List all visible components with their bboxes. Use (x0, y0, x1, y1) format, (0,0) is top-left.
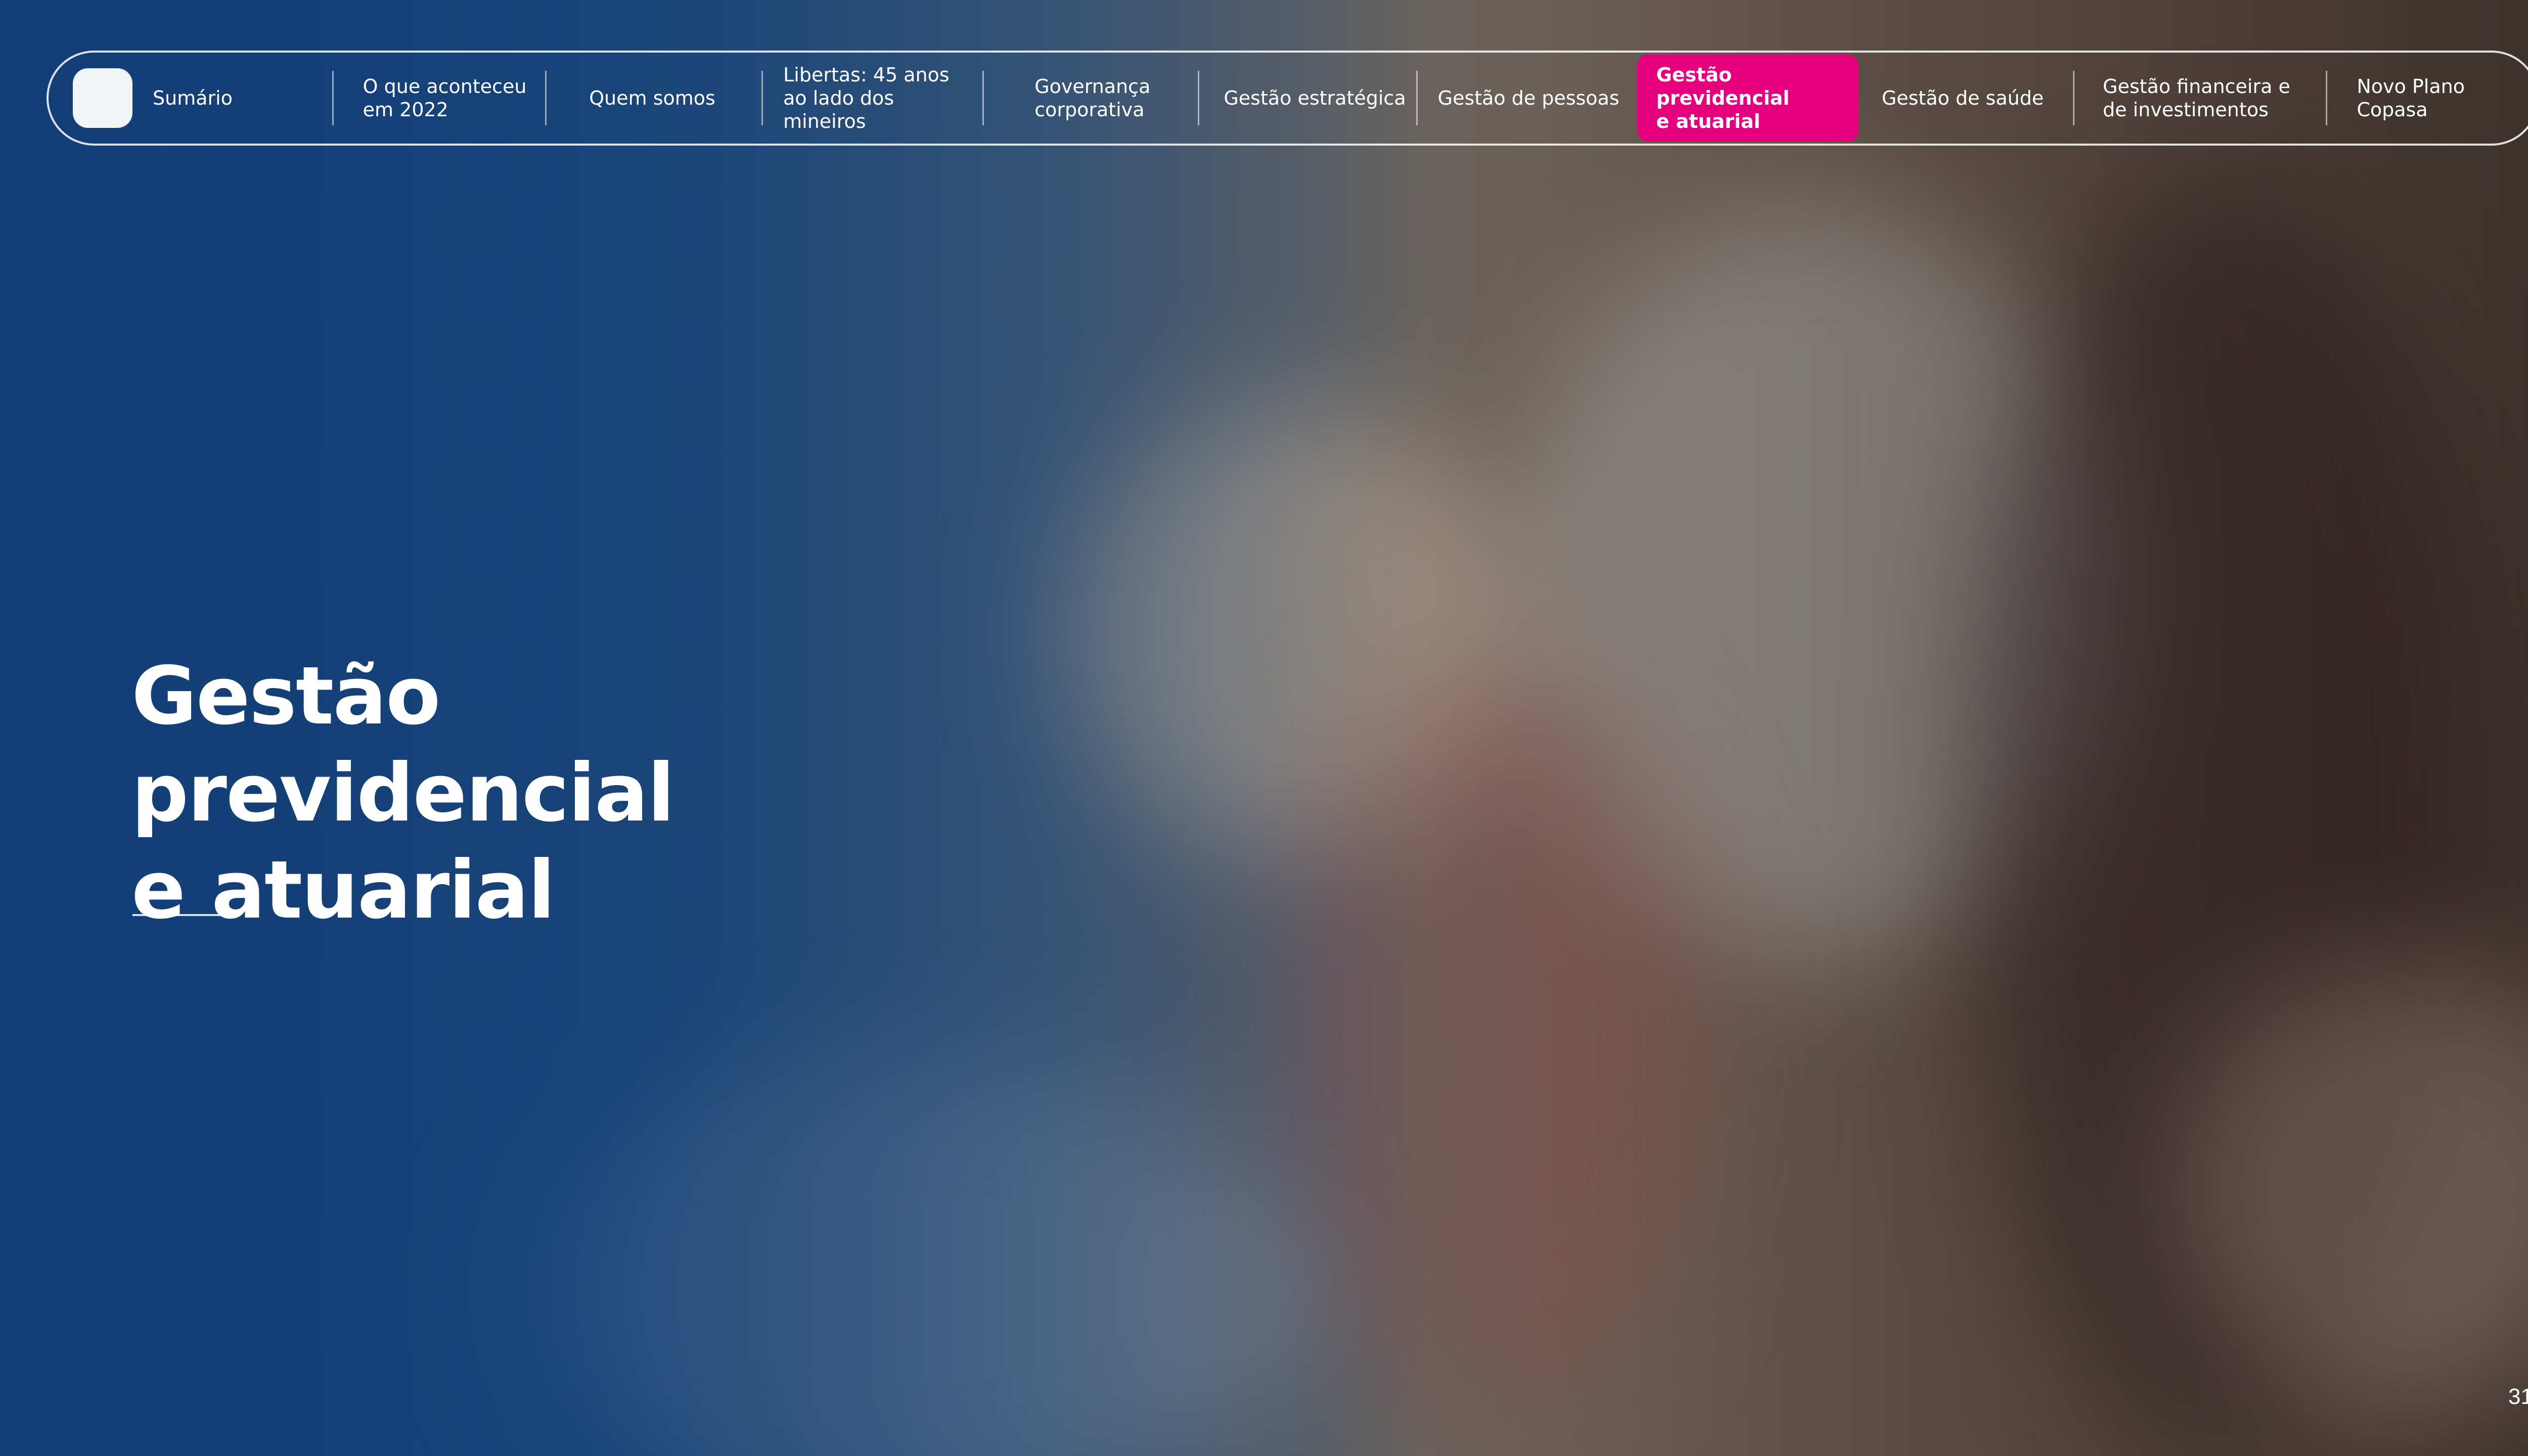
nav-item-label: Sumário (153, 87, 233, 109)
nav-item-gestao-de-saude[interactable]: Gestão de saúde (1859, 51, 2073, 146)
page-title: Gestão previdencial e atuarial (131, 649, 675, 937)
nav-item-label: Quem somos (589, 87, 715, 109)
nav-item-novo-plano-copasa[interactable]: Novo Plano Copasa (2327, 51, 2528, 146)
nav-item-label: Gestão previdencial e atuarial (1656, 64, 1790, 132)
nav-item-label: Gestão financeira e de investimentos (2103, 75, 2290, 121)
nav-item-libertas[interactable]: Libertas: 45 anos ao lado dos mineiros (763, 51, 982, 146)
nav-item-label: Governança corporativa (1034, 75, 1151, 121)
nav-item-governanca[interactable]: Governança corporativa (984, 51, 1198, 146)
nav-item-label: Gestão estratégica (1224, 87, 1406, 109)
nav-item-quem-somos[interactable]: Quem somos (547, 51, 761, 146)
nav-item-label: Libertas: 45 anos ao lado dos mineiros (783, 64, 950, 132)
nav-item-label: Gestão de saúde (1881, 87, 2044, 109)
nav-item-label: Novo Plano Copasa (2357, 75, 2465, 121)
nav-item-gestao-estrategica[interactable]: Gestão estratégica (1199, 51, 1416, 146)
top-navigation: Sumário O que aconteceu em 2022 Quem som… (47, 51, 2528, 146)
nav-item-gestao-previdencial-active[interactable]: Gestão previdencial e atuarial (1637, 55, 1859, 142)
nav-item-o-que-aconteceu[interactable]: O que aconteceu em 2022 (334, 51, 546, 146)
nav-item-label: Gestão de pessoas (1437, 87, 1619, 109)
home-square-icon[interactable] (73, 68, 132, 128)
nav-item-label: O que aconteceu em 2022 (363, 75, 527, 121)
nav-item-gestao-de-pessoas[interactable]: Gestão de pessoas (1418, 51, 1637, 146)
page-number: 31 (2508, 1384, 2528, 1409)
nav-item-sumario[interactable]: Sumário (153, 51, 332, 146)
title-underline-divider (132, 914, 240, 916)
nav-item-gestao-financeira[interactable]: Gestão financeira e de investimentos (2074, 51, 2326, 146)
